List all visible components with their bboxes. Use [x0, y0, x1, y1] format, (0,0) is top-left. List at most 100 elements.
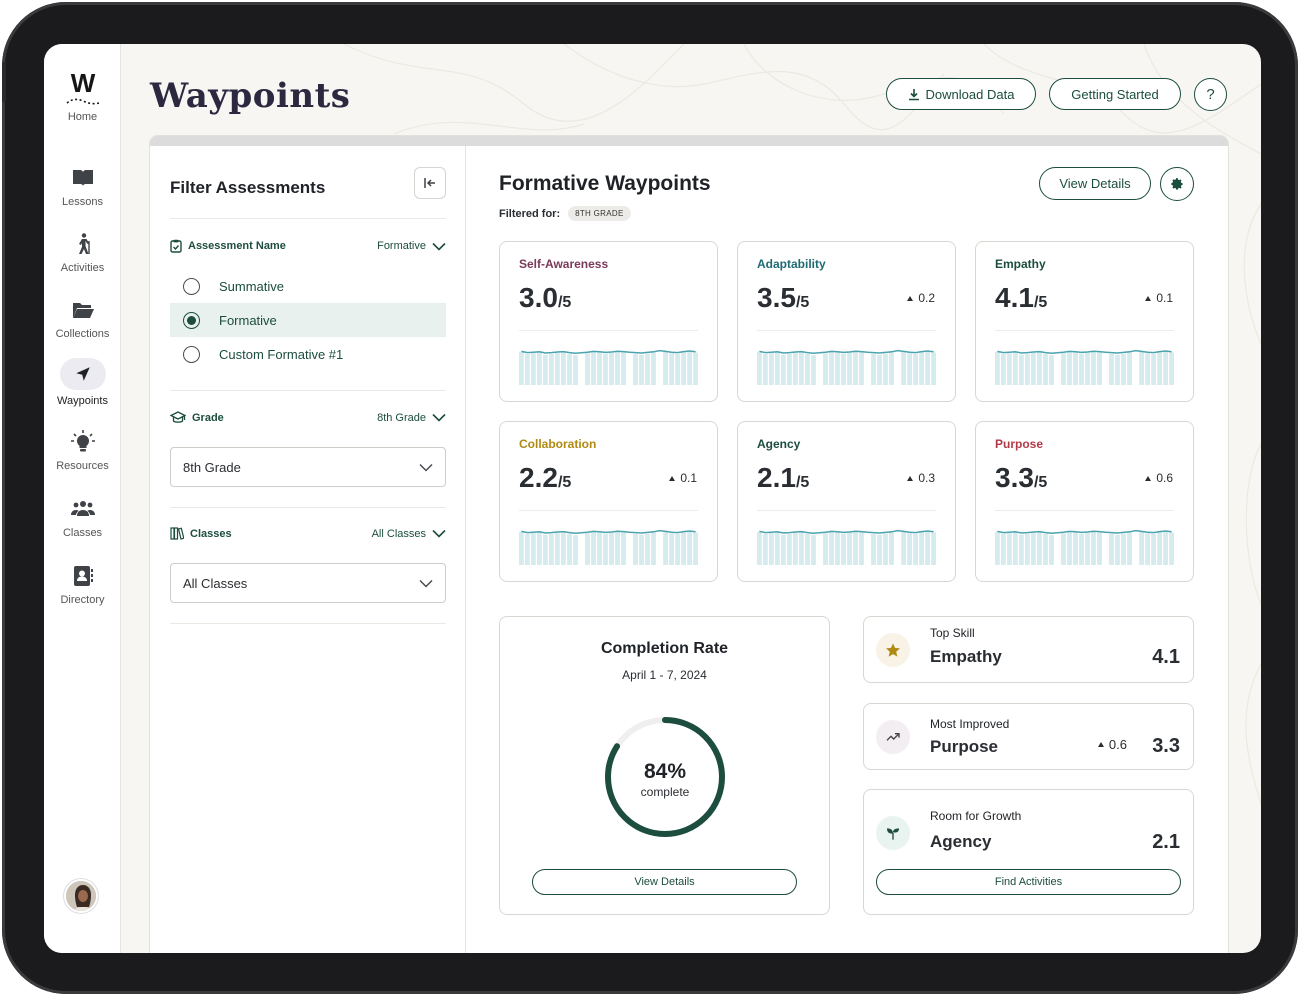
spark-bar	[1109, 354, 1114, 385]
completion-view-details-button[interactable]: View Details	[532, 869, 797, 895]
classes-header[interactable]: Classes All Classes	[170, 527, 446, 540]
nav-item-collections[interactable]: Collections	[44, 298, 121, 340]
spark-bar	[693, 532, 698, 565]
skill-score: 3.3/5	[995, 462, 1047, 494]
skill-score: 4.1/5	[995, 282, 1047, 314]
radio-label: Summative	[219, 278, 285, 294]
classes-value: All Classes	[371, 527, 426, 540]
radio-option-custom-formative[interactable]: Custom Formative #1	[170, 337, 446, 371]
card-divider	[995, 510, 1174, 511]
skill-delta: 0.3	[907, 471, 935, 485]
nav-item-resources[interactable]: Resources	[44, 430, 121, 472]
download-data-button[interactable]: Download Data	[886, 78, 1036, 110]
skill-score: 2.1/5	[757, 462, 809, 494]
filter-chip[interactable]: 8TH GRADE	[568, 206, 631, 221]
graduation-cap-icon	[170, 411, 186, 423]
score-value: 3.5	[757, 282, 796, 313]
nav-active-indicator	[59, 358, 106, 390]
spark-bar	[591, 351, 596, 385]
spark-bar	[1025, 534, 1030, 565]
skill-name: Agency	[757, 437, 801, 451]
spark-bar	[1145, 353, 1150, 385]
skill-card-empathy[interactable]: Empathy 4.1/5 0.1	[975, 241, 1194, 402]
filtered-for-label: Filtered for:	[499, 207, 561, 220]
spark-bar	[1049, 535, 1054, 565]
spark-bar	[835, 352, 840, 385]
spark-bar	[573, 535, 578, 565]
radio-button[interactable]	[183, 345, 200, 363]
spark-bar	[889, 352, 894, 385]
spark-bar	[693, 352, 698, 385]
star-icon	[876, 633, 910, 667]
grade-select[interactable]: 8th Grade	[170, 447, 446, 487]
most-improved-card[interactable]: Most Improved Purpose 0.6 3.3	[863, 703, 1194, 770]
completion-date-range: April 1 - 7, 2024	[622, 668, 707, 682]
spark-bar	[663, 351, 668, 385]
spark-bar	[1169, 532, 1174, 565]
skill-trend-chart	[757, 529, 936, 565]
skill-card-self-awareness[interactable]: Self-Awareness 3.0/5	[499, 241, 718, 402]
side-navigation: W Home Lessons Activities Collections Wa…	[44, 44, 121, 953]
sprout-icon	[876, 816, 910, 850]
skill-card-agency[interactable]: Agency 2.1/5 0.3	[737, 421, 956, 582]
nav-item-lessons[interactable]: Lessons	[44, 166, 121, 208]
skill-card-adaptability[interactable]: Adaptability 3.5/5 0.2	[737, 241, 956, 402]
spark-trend-line	[759, 349, 934, 354]
spark-bar	[907, 353, 912, 385]
nav-home[interactable]: W Home	[44, 70, 121, 123]
spark-bar	[1049, 355, 1054, 385]
radio-button[interactable]	[183, 277, 200, 295]
top-skill-card[interactable]: Top Skill Empathy 4.1	[863, 616, 1194, 683]
radio-label: Custom Formative #1	[219, 346, 344, 362]
grade-header[interactable]: Grade 8th Grade	[170, 411, 446, 424]
settings-button[interactable]	[1160, 167, 1194, 201]
assessment-name-header[interactable]: Assessment Name Formative	[170, 239, 446, 253]
spark-bar	[687, 350, 692, 385]
spark-bar	[871, 534, 876, 565]
spark-bar	[555, 532, 560, 565]
completion-title: Completion Rate	[600, 640, 729, 657]
skill-card-collaboration[interactable]: Collaboration 2.2/5 0.1	[499, 421, 718, 582]
radio-option-summative[interactable]: Summative	[170, 269, 446, 303]
skill-card-purpose[interactable]: Purpose 3.3/5 0.6	[975, 421, 1194, 582]
spark-bar	[603, 533, 608, 565]
nav-item-classes[interactable]: Classes	[44, 497, 121, 539]
spark-bar	[805, 354, 810, 385]
card-divider	[757, 330, 936, 331]
spark-bar	[1139, 531, 1144, 565]
spark-bar	[639, 534, 644, 565]
delta-value: 0.2	[918, 291, 935, 305]
spark-bar	[1139, 351, 1144, 385]
classes-select[interactable]: All Classes	[170, 563, 446, 603]
collapse-left-icon	[424, 178, 435, 188]
spark-bar	[1097, 532, 1102, 565]
spark-bar	[669, 533, 674, 565]
spark-bar	[603, 353, 608, 385]
spark-bar	[1163, 530, 1168, 565]
skill-name: Empathy	[995, 257, 1046, 271]
classes-select-value: All Classes	[183, 575, 248, 591]
getting-started-button[interactable]: Getting Started	[1049, 78, 1181, 110]
chevron-down-icon	[432, 242, 446, 251]
view-details-button[interactable]: View Details	[1039, 167, 1151, 200]
radio-button-checked[interactable]	[183, 311, 200, 329]
nav-label-classes: Classes	[62, 527, 103, 539]
user-avatar[interactable]	[64, 879, 98, 913]
find-activities-button[interactable]: Find Activities	[876, 869, 1181, 895]
filter-title: Filter Assessments	[170, 178, 326, 197]
nav-item-activities[interactable]: Activities	[44, 232, 121, 274]
help-button[interactable]: ?	[1194, 78, 1227, 111]
waypoints-content: Formative Waypoints Filtered for: 8TH GR…	[466, 146, 1228, 953]
spark-bar	[901, 351, 906, 385]
radio-option-formative[interactable]: Formative	[170, 303, 446, 337]
spark-bar	[615, 351, 620, 385]
nav-item-directory[interactable]: Directory	[44, 564, 121, 606]
collapse-filters-button[interactable]	[414, 167, 446, 199]
view-details-label: View Details	[1059, 176, 1131, 191]
spark-bar	[1073, 352, 1078, 385]
score-out-of: /5	[795, 474, 810, 491]
spark-bar	[757, 531, 762, 565]
spark-bar	[995, 531, 1000, 565]
nav-item-waypoints[interactable]: Waypoints	[44, 358, 121, 407]
gear-icon	[1171, 178, 1183, 190]
